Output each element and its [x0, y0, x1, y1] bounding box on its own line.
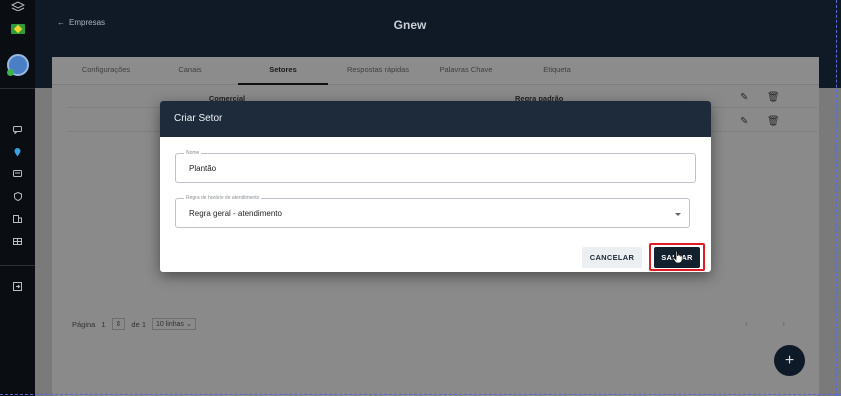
edit-icon[interactable]: ✎: [740, 116, 748, 127]
name-field-label: Nome: [184, 150, 202, 156]
add-sector-button[interactable]: +: [774, 345, 805, 376]
building-icon[interactable]: [0, 213, 35, 225]
page-stepper[interactable]: ⇕: [111, 318, 126, 330]
name-field-value: Plantão: [189, 164, 217, 173]
company-title: Gnew: [393, 18, 427, 32]
shield-icon[interactable]: [0, 190, 35, 202]
hand-cursor-icon: [672, 250, 683, 264]
selection-border: [0, 394, 841, 395]
sidebar-divider: [0, 265, 35, 266]
page-number: 1: [101, 319, 106, 329]
next-page-icon[interactable]: ›: [782, 318, 785, 328]
trash-icon[interactable]: 🗑: [767, 92, 780, 103]
tab-configuracoes[interactable]: Configurações: [75, 57, 137, 85]
layers-icon[interactable]: [0, 0, 35, 12]
schedule-rule-label: Regra de horário de atendimento: [184, 195, 262, 201]
message-icon[interactable]: [0, 168, 35, 180]
arrow-left-icon: ←: [57, 18, 65, 27]
cancel-button[interactable]: CANCELAR: [582, 247, 642, 268]
schedule-rule-value: Regra geral - atendimento: [189, 209, 282, 218]
back-link[interactable]: ← Empresas: [57, 18, 105, 27]
brazil-flag-icon[interactable]: [0, 23, 35, 35]
tab-respostas-rapidas[interactable]: Respostas rápidas: [338, 57, 418, 85]
chevron-down-icon: [675, 213, 681, 216]
tab-palavras-chave[interactable]: Palavras Chave: [436, 57, 496, 85]
chat-icon[interactable]: [0, 124, 35, 136]
grid-icon[interactable]: [0, 235, 35, 247]
tab-bar: Configurações Canais Setores Respostas r…: [52, 57, 819, 85]
dialog-title: Criar Setor: [160, 101, 711, 137]
trash-icon[interactable]: 🗑: [767, 116, 780, 127]
create-sector-dialog: Criar Setor Nome Plantão Regra de horári…: [160, 101, 711, 272]
back-link-label: Empresas: [69, 18, 106, 27]
selection-border: [836, 0, 837, 396]
page-of-label: de 1: [131, 319, 147, 329]
tab-setores[interactable]: Setores: [238, 57, 328, 85]
edit-icon[interactable]: ✎: [740, 92, 748, 103]
left-sidebar: [0, 0, 35, 396]
rows-per-page-select[interactable]: 10 linhas ⌄: [152, 318, 196, 330]
tab-canais[interactable]: Canais: [174, 57, 206, 85]
sidebar-divider: [0, 88, 35, 89]
name-field[interactable]: Nome Plantão: [175, 150, 696, 183]
avatar[interactable]: [0, 53, 35, 77]
rows-per-page-value: 10 linhas: [156, 321, 185, 328]
logout-icon[interactable]: [0, 280, 35, 292]
prev-page-icon[interactable]: ‹: [745, 318, 748, 328]
pagination: Página 1 ⇕ de 1 10 linhas ⌄: [72, 318, 196, 330]
location-icon[interactable]: [0, 146, 35, 158]
schedule-rule-select[interactable]: Regra de horário de atendimento Regra ge…: [175, 195, 690, 228]
tab-etiqueta[interactable]: Etiqueta: [539, 57, 575, 85]
page-label: Página: [72, 319, 96, 329]
